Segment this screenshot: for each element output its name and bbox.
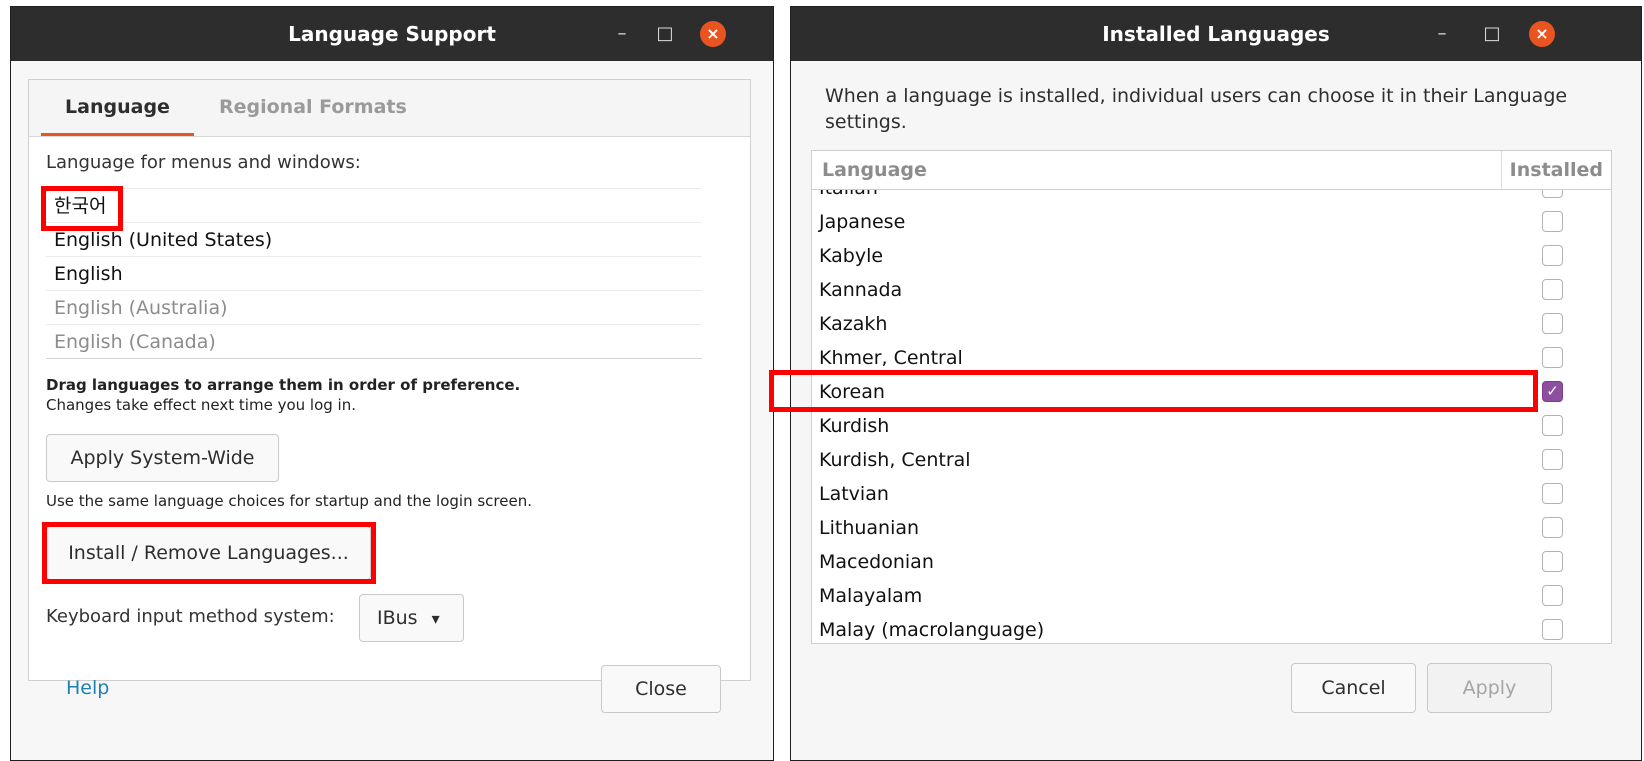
- table-row[interactable]: Malayalam: [812, 579, 1611, 613]
- installed-checkbox[interactable]: [1542, 415, 1563, 436]
- table-row[interactable]: Kabyle: [812, 239, 1611, 273]
- language-name: Khmer, Central: [819, 347, 963, 369]
- list-item[interactable]: English (Australia): [46, 290, 702, 324]
- table-row[interactable]: Kannada: [812, 273, 1611, 307]
- table-row[interactable]: Kurdish, Central: [812, 443, 1611, 477]
- installed-checkbox[interactable]: [1542, 517, 1563, 538]
- table-row[interactable]: Kazakh: [812, 307, 1611, 341]
- highlight-box: [41, 186, 123, 231]
- tab-language[interactable]: Language: [41, 80, 194, 136]
- language-name: Kurdish, Central: [819, 449, 971, 471]
- table-row[interactable]: Macedonian: [812, 545, 1611, 579]
- keyboard-label: Keyboard input method system:: [46, 606, 335, 627]
- table-row[interactable]: Kurdish: [812, 409, 1611, 443]
- close-icon[interactable]: ×: [1529, 21, 1555, 47]
- cancel-button[interactable]: Cancel: [1291, 663, 1416, 713]
- list-item[interactable]: English (United States): [46, 222, 702, 256]
- installed-checkbox[interactable]: [1542, 279, 1563, 300]
- close-icon[interactable]: ×: [700, 21, 726, 47]
- installed-checkbox[interactable]: [1542, 585, 1563, 606]
- language-name: Macedonian: [819, 551, 934, 573]
- installed-checkbox[interactable]: ✓: [1542, 381, 1563, 402]
- column-language[interactable]: Language: [822, 151, 927, 189]
- description: When a language is installed, individual…: [825, 85, 1568, 133]
- apply-button[interactable]: Apply: [1427, 663, 1552, 713]
- table-row[interactable]: Malay (macrolanguage): [812, 613, 1611, 643]
- dropdown-value: IBus: [377, 607, 418, 629]
- language-name: Japanese: [819, 211, 906, 233]
- tab-regional-formats[interactable]: Regional Formats: [219, 80, 407, 136]
- highlight-box: [769, 370, 1538, 412]
- language-name: Latvian: [819, 483, 889, 505]
- installed-checkbox[interactable]: [1542, 483, 1563, 504]
- installed-languages-window: Installed Languages – □ × When a languag…: [769, 6, 1642, 761]
- installed-checkbox[interactable]: [1542, 245, 1563, 266]
- list-item[interactable]: English (Canada): [46, 324, 702, 358]
- list-header: Language Installed: [812, 151, 1611, 190]
- apply-system-wide-button[interactable]: Apply System-Wide: [46, 434, 279, 482]
- title-bar[interactable]: Installed Languages – □ ×: [791, 7, 1641, 61]
- language-name: Kabyle: [819, 245, 884, 267]
- minimize-icon[interactable]: –: [1429, 21, 1455, 47]
- close-button[interactable]: Close: [601, 665, 721, 713]
- language-name: Malay (macrolanguage): [819, 619, 1045, 641]
- window-title: Installed Languages: [1102, 22, 1330, 46]
- highlight-box: [42, 522, 376, 584]
- minimize-icon[interactable]: –: [609, 21, 635, 47]
- installed-checkbox[interactable]: [1542, 313, 1563, 334]
- maximize-icon[interactable]: □: [1479, 21, 1505, 47]
- installed-checkbox[interactable]: [1542, 347, 1563, 368]
- chevron-down-icon: ▾: [431, 608, 440, 628]
- title-bar[interactable]: Language Support – □ ×: [11, 7, 773, 61]
- language-list[interactable]: 한국어 English (United States) English Engl…: [46, 188, 702, 359]
- language-name: Malayalam: [819, 585, 923, 607]
- installed-checkbox[interactable]: [1542, 551, 1563, 572]
- maximize-icon[interactable]: □: [652, 21, 678, 47]
- table-row[interactable]: Japanese: [812, 205, 1611, 239]
- list-item[interactable]: English: [46, 256, 702, 290]
- installed-checkbox[interactable]: [1542, 619, 1563, 640]
- language-name: Kazakh: [819, 313, 888, 335]
- language-name: Lithuanian: [819, 517, 920, 539]
- section-label: Language for menus and windows:: [46, 152, 361, 173]
- drag-hint-bold: Drag languages to arrange them in order …: [46, 376, 521, 394]
- table-row[interactable]: Lithuanian: [812, 511, 1611, 545]
- notebook: Language Regional Formats Language for m…: [28, 79, 751, 681]
- table-row[interactable]: Latvian: [812, 477, 1611, 511]
- apply-hint: Use the same language choices for startu…: [46, 492, 532, 510]
- language-name: Kurdish: [819, 415, 890, 437]
- column-installed[interactable]: Installed: [1500, 151, 1603, 189]
- installed-checkbox[interactable]: [1542, 211, 1563, 232]
- installed-checkbox[interactable]: [1542, 449, 1563, 470]
- tab-bar: Language Regional Formats: [29, 80, 750, 137]
- keyboard-method-dropdown[interactable]: IBus ▾: [359, 594, 464, 642]
- help-link[interactable]: Help: [66, 677, 109, 699]
- drag-hint: Changes take effect next time you log in…: [46, 396, 356, 414]
- language-support-window: Language Support – □ × Language Regional…: [10, 6, 774, 761]
- language-name: Kannada: [819, 279, 903, 301]
- list-item[interactable]: 한국어: [46, 188, 702, 222]
